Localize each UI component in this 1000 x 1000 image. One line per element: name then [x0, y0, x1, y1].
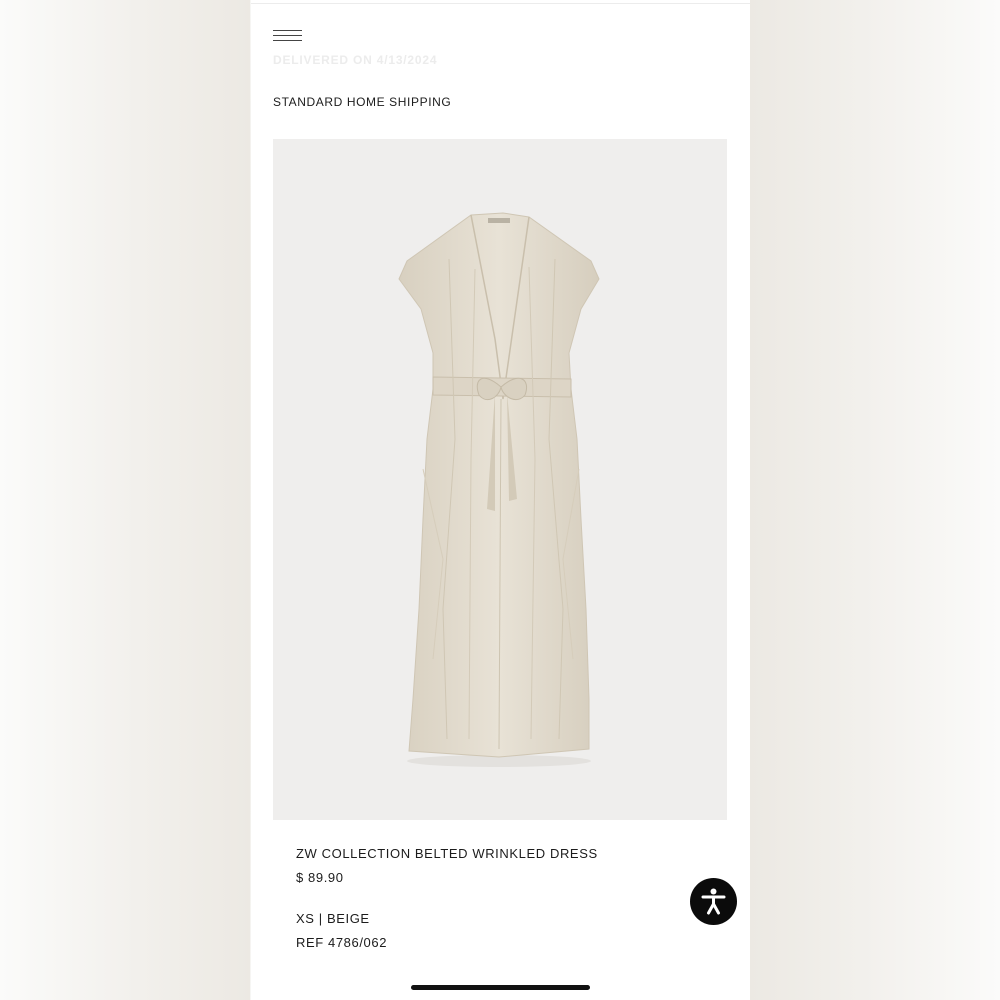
shipping-method: STANDARD HOME SHIPPING — [273, 95, 452, 109]
home-indicator[interactable] — [411, 985, 590, 990]
background-blur-left — [0, 0, 250, 1000]
dress-illustration — [398, 212, 600, 767]
product-name[interactable]: ZW COLLECTION BELTED WRINKLED DRESS — [296, 846, 598, 861]
product-image[interactable] — [273, 139, 727, 820]
product-price: $ 89.90 — [296, 870, 344, 885]
hamburger-menu-icon[interactable] — [273, 30, 302, 42]
order-detail-screen: DELIVERED ON 4/13/2024 STANDARD HOME SHI… — [251, 0, 750, 1000]
product-reference: REF 4786/062 — [296, 935, 388, 950]
delivery-status: DELIVERED ON 4/13/2024 — [273, 53, 438, 67]
accessibility-icon — [701, 888, 726, 915]
product-size-color: XS | BEIGE — [296, 911, 370, 926]
accessibility-button[interactable] — [690, 878, 737, 925]
header-divider — [251, 3, 750, 4]
background-blur-right — [750, 0, 1000, 1000]
